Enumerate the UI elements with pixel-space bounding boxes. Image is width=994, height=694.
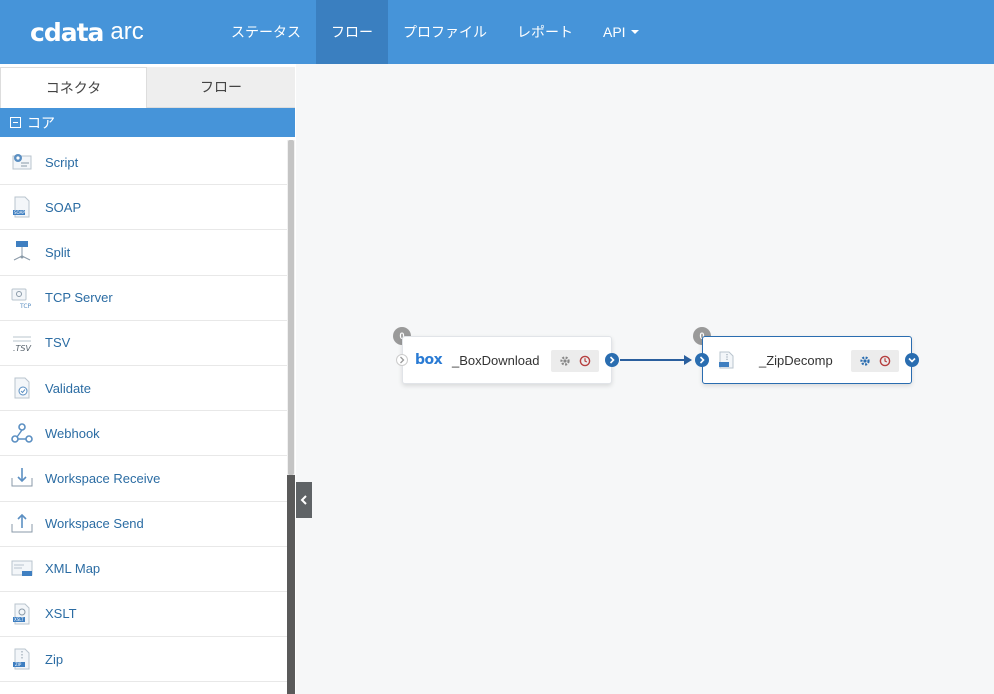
node-input-port[interactable] [695,353,709,367]
node-actions [851,350,899,372]
connector-list: Script SOAP SOAP Split TCP TCP Server .T… [0,140,287,694]
svg-text:TCP: TCP [19,303,32,310]
box-logo-icon: box [415,352,443,368]
connector-item-xslt[interactable]: XSLT XSLT [0,592,287,638]
connector-label: Script [45,154,79,170]
product-name: arc [110,18,144,45]
brand-logo[interactable]: cdata arc [30,17,144,47]
tsv-icon: .TSV [13,336,32,353]
top-navbar: cdata arc ステータス フロー プロファイル レポート API [0,0,994,64]
node-output-port[interactable] [905,353,919,367]
connector-item-workspace-receive[interactable]: Workspace Receive [0,456,287,502]
main-nav: ステータス フロー プロファイル レポート API [216,0,654,64]
chevron-right-icon [400,356,405,364]
connector-item-zip[interactable]: ZIP Zip [0,637,287,683]
chevron-down-icon [908,357,916,363]
flow-connection-arrow[interactable] [618,352,700,368]
node-input-port[interactable] [396,354,408,366]
connector-item-validate[interactable]: Validate [0,366,287,412]
gear-icon[interactable] [559,355,571,367]
nav-api-dropdown[interactable]: API [588,0,654,64]
node-actions [551,350,599,372]
svg-text:SOAP: SOAP [14,210,25,215]
nav-api-label: API [603,24,626,40]
tab-connectors[interactable]: コネクタ [0,67,147,108]
nav-flow[interactable]: フロー [316,0,388,64]
validate-icon [14,377,30,399]
zip-connector-icon [719,351,734,369]
xml-map-icon [11,560,33,576]
connector-label: Split [45,244,71,260]
tab-flows[interactable]: フロー [147,67,295,108]
connector-label: Validate [45,380,92,396]
connector-item-script[interactable]: Script [0,140,287,186]
connector-label: SOAP [45,199,82,215]
connector-item-workspace-send[interactable]: Workspace Send [0,502,287,547]
caret-down-icon [630,30,639,34]
section-core-header[interactable]: コア [0,108,295,137]
panel-splitter[interactable] [287,475,295,694]
flow-canvas[interactable]: 0 box _BoxDownload 0 _ [296,64,994,694]
svg-text:.TSV: .TSV [13,344,32,353]
webhook-icon [11,423,33,444]
connector-item-split[interactable]: Split [0,230,287,276]
svg-text:ZIP: ZIP [15,662,22,667]
xslt-icon: XSLT [13,603,30,625]
cdata-logo: cdata [30,17,104,47]
connector-label: TCP Server [45,290,113,306]
flow-node-box-download[interactable]: box _BoxDownload [402,336,612,384]
connector-item-webhook[interactable]: Webhook [0,411,287,457]
zip-icon: ZIP [13,648,30,670]
connector-label: XSLT [45,606,77,622]
connector-item-xml-map[interactable]: XML Map [0,547,287,592]
panel-tabs: コネクタ フロー [0,67,295,108]
connector-label: Webhook [45,425,100,441]
split-icon [13,241,31,261]
nav-report[interactable]: レポート [502,0,588,64]
connector-item-soap[interactable]: SOAP SOAP [0,185,287,231]
chevron-right-icon [609,356,615,364]
connector-label: XML Map [45,561,101,577]
gear-icon[interactable] [859,355,871,367]
nav-status[interactable]: ステータス [216,0,316,64]
connector-panel: コネクタ フロー コア Script SOAP SOAP Split TCP T… [0,64,296,694]
flow-node-zip-decomp[interactable]: _ZipDecomp [702,336,912,384]
nav-profile[interactable]: プロファイル [388,0,502,64]
svg-text:XSLT: XSLT [14,617,24,622]
connector-item-tsv[interactable]: .TSV TSV [0,321,287,366]
tcp-server-icon: TCP [11,288,32,310]
connector-label: Workspace Send [45,516,144,532]
node-name: _ZipDecomp [759,353,833,368]
workspace-send-icon [11,513,33,533]
connector-label: Workspace Receive [45,470,161,486]
section-title: コア [27,114,55,131]
connector-item-tcp-server[interactable]: TCP TCP Server [0,276,287,321]
workspace-receive-icon [11,468,33,487]
node-name: _BoxDownload [452,353,540,368]
chevron-right-icon [699,356,705,364]
connector-label: TSV [45,335,71,351]
connector-label: Zip [45,651,64,667]
clock-icon[interactable] [579,355,591,367]
clock-icon[interactable] [879,355,891,367]
node-output-port[interactable] [605,353,619,367]
soap-icon: SOAP [13,196,30,218]
scrollbar-thumb[interactable] [288,140,294,475]
script-icon [12,154,32,170]
collapse-minus-icon [10,117,21,128]
